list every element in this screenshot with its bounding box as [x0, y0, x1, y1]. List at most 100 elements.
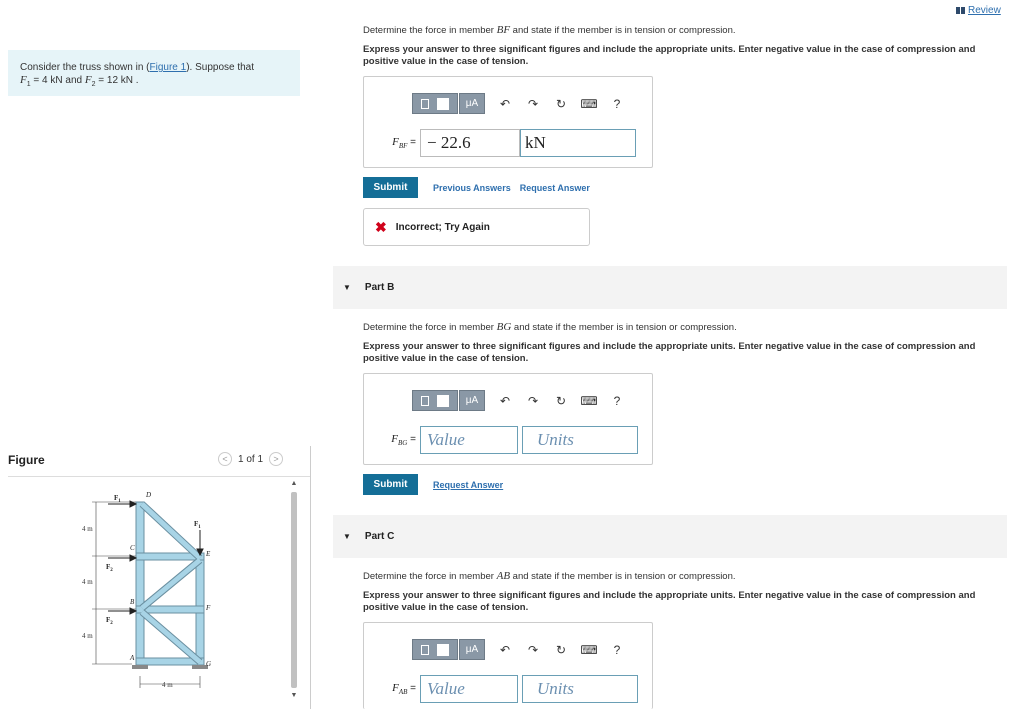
review-link[interactable]: Review	[956, 5, 1001, 16]
help-icon[interactable]: ?	[603, 97, 631, 111]
pager-count: 1 of 1	[238, 453, 264, 465]
units-button[interactable]: μA	[459, 390, 485, 411]
reset-icon[interactable]: ↻	[547, 97, 575, 111]
problem-intro-end: ). Suppose that	[186, 62, 255, 73]
partB-question: Determine the force in member BG and sta…	[363, 321, 737, 333]
units-button[interactable]: μA	[459, 93, 485, 114]
template-icon	[421, 98, 429, 109]
reset-icon[interactable]: ↻	[547, 394, 575, 408]
error-x-icon: ✖	[375, 218, 387, 235]
prev-figure-button[interactable]: <	[218, 452, 232, 466]
scroll-up-icon[interactable]: ▲	[289, 480, 299, 487]
review-label: Review	[968, 5, 1001, 16]
problem-intro: Consider the truss shown in (	[20, 62, 150, 73]
template-icon	[421, 644, 429, 655]
scroll-thumb[interactable]	[291, 492, 297, 688]
figure-link[interactable]: Figure 1	[150, 62, 187, 73]
partC-toolbar: μA ↶ ↷ ↻ ⌨ ?	[412, 639, 631, 660]
partC-header[interactable]: ▼ Part C	[333, 515, 1007, 558]
template-icon	[437, 97, 449, 110]
figure-label: Figure	[8, 453, 45, 467]
node-d: D	[145, 491, 151, 499]
partA-unit-input[interactable]: kN	[520, 129, 636, 157]
node-f: F	[205, 604, 211, 612]
panel-divider	[310, 446, 311, 709]
previous-answers-link[interactable]: Previous Answers	[433, 183, 511, 193]
partB-answer-box: μA ↶ ↷ ↻ ⌨ ? FBG = Value Units	[363, 373, 653, 465]
partA-value-input[interactable]: − 22.6	[420, 129, 520, 157]
redo-icon[interactable]: ↷	[519, 394, 547, 408]
help-icon[interactable]: ?	[603, 643, 631, 657]
figure-pager: < 1 of 1 >	[218, 452, 284, 466]
template-icon	[437, 643, 449, 656]
partC-input-row: FAB = Value Units	[372, 675, 638, 703]
collapse-icon: ▼	[343, 283, 351, 292]
partA-question: Determine the force in member BF and sta…	[363, 24, 736, 36]
partB-toolbar: μA ↶ ↷ ↻ ⌨ ?	[412, 390, 631, 411]
keyboard-icon[interactable]: ⌨	[575, 643, 603, 657]
partA-feedback: ✖ Incorrect; Try Again	[363, 208, 590, 246]
undo-icon[interactable]: ↶	[491, 643, 519, 657]
partA-toolbar: μA ↶ ↷ ↻ ⌨ ?	[412, 93, 631, 114]
partC-value-input[interactable]: Value	[420, 675, 518, 703]
partB-question-post: and state if the member is in tension or…	[511, 322, 737, 333]
partC-title: Part C	[364, 531, 395, 542]
partB-request-answer-link[interactable]: Request Answer	[433, 480, 503, 490]
load-f2-upper: F2	[106, 563, 113, 573]
partA-submit-button[interactable]: Submit	[363, 177, 418, 198]
partC-member: AB	[496, 570, 511, 582]
dim-label-2: 4 m	[82, 578, 93, 586]
redo-icon[interactable]: ↷	[519, 97, 547, 111]
f1-value: = 4 kN and	[30, 75, 85, 86]
keyboard-icon[interactable]: ⌨	[575, 97, 603, 111]
partC-unit-input[interactable]: Units	[522, 675, 638, 703]
templates-button[interactable]	[412, 639, 458, 660]
next-figure-button[interactable]: >	[269, 452, 284, 466]
partA-answer-box: μA ↶ ↷ ↻ ⌨ ? FBF = − 22.6 kN	[363, 76, 653, 168]
partB-unit-input[interactable]: Units	[522, 426, 638, 454]
reset-icon[interactable]: ↻	[547, 643, 575, 657]
support-a	[132, 665, 148, 669]
dim-label-1: 4 m	[82, 525, 93, 533]
partC-field-label: FAB =	[392, 682, 416, 696]
f2-symbol: F	[84, 74, 92, 86]
partA-member: BF	[496, 24, 511, 36]
partB-field-label: FBG =	[391, 433, 416, 447]
member-left-vertical	[135, 501, 145, 665]
partB-question-pre: Determine the force in member	[363, 322, 497, 333]
f2-value: = 12 kN .	[95, 75, 139, 86]
partB-value-input[interactable]: Value	[420, 426, 518, 454]
partC-question-post: and state if the member is in tension or…	[510, 571, 736, 582]
template-icon	[437, 394, 449, 407]
f1-symbol: F	[20, 74, 27, 86]
scroll-down-icon[interactable]: ▼	[289, 692, 299, 699]
partB-instructions: Express your answer to three significant…	[363, 341, 976, 364]
partA-instructions: Express your answer to three significant…	[363, 44, 976, 67]
help-icon[interactable]: ?	[603, 394, 631, 408]
partA-question-post: and state if the member is in tension or…	[510, 25, 736, 36]
undo-icon[interactable]: ↶	[491, 97, 519, 111]
units-button[interactable]: μA	[459, 639, 485, 660]
redo-icon[interactable]: ↷	[519, 643, 547, 657]
keyboard-icon[interactable]: ⌨	[575, 394, 603, 408]
node-a: A	[129, 654, 135, 662]
collapse-icon: ▼	[343, 532, 351, 541]
partC-instructions: Express your answer to three significant…	[363, 590, 976, 613]
template-icon	[421, 395, 429, 406]
partA-request-answer-link[interactable]: Request Answer	[520, 183, 590, 193]
node-c: C	[130, 544, 135, 552]
templates-button[interactable]	[412, 390, 458, 411]
undo-icon[interactable]: ↶	[491, 394, 519, 408]
partC-question: Determine the force in member AB and sta…	[363, 570, 736, 582]
partB-input-row: FBG = Value Units	[372, 426, 638, 454]
node-b: B	[130, 598, 135, 606]
figure-scrollbar[interactable]: ▲ ▼	[289, 480, 299, 709]
partB-title: Part B	[364, 282, 395, 293]
partB-header[interactable]: ▼ Part B	[333, 266, 1007, 309]
book-icon	[956, 7, 965, 14]
partB-submit-button[interactable]: Submit	[363, 474, 418, 495]
partC-question-pre: Determine the force in member	[363, 571, 497, 582]
partA-field-label: FBF =	[392, 136, 416, 150]
templates-button[interactable]	[412, 93, 458, 114]
partB-actions: Submit Request Answer	[363, 474, 503, 495]
